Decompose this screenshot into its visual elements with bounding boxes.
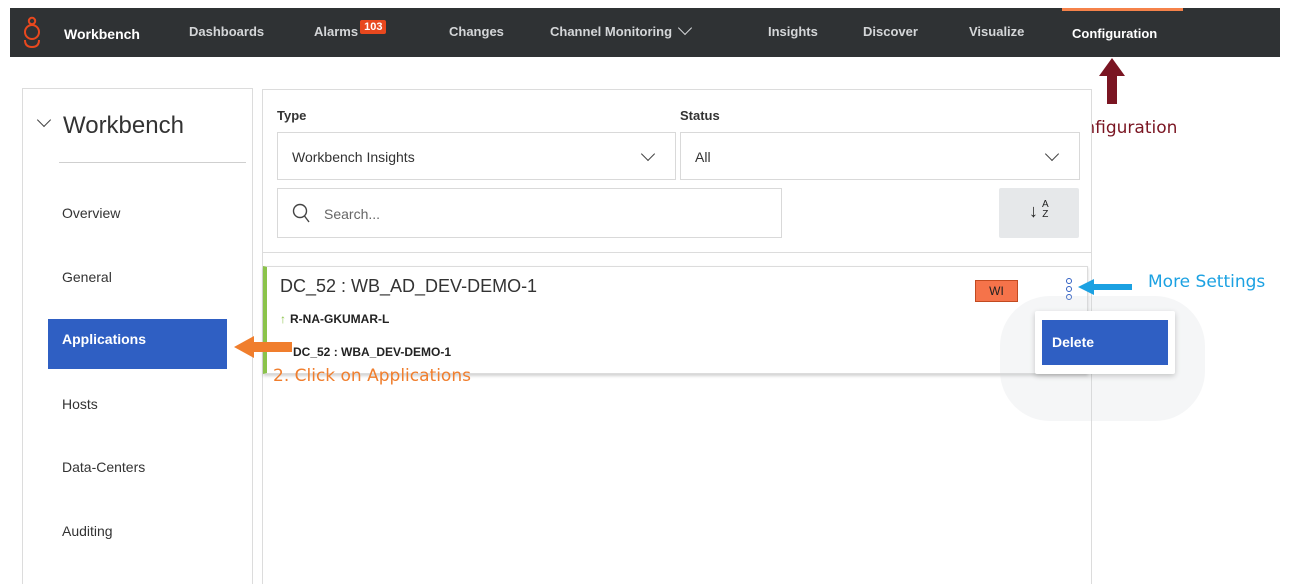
nav-changes[interactable]: Changes bbox=[449, 24, 504, 39]
annotation-click-applications: 2. Click on Applications bbox=[273, 366, 471, 386]
arrow-left-annotation-icon bbox=[234, 336, 292, 358]
divider bbox=[59, 162, 246, 163]
nav-insights[interactable]: Insights bbox=[768, 24, 818, 39]
divider bbox=[263, 252, 1091, 253]
nav-visualize-label: Visualize bbox=[969, 24, 1025, 39]
chevron-down-icon bbox=[677, 20, 693, 36]
sort-button[interactable]: ↓ AZ bbox=[999, 188, 1079, 238]
sidebar-item-overview[interactable]: Overview bbox=[62, 205, 120, 221]
nav-discover[interactable]: Discover bbox=[863, 24, 918, 39]
alarms-count-badge: 103 bbox=[360, 20, 387, 34]
arrow-left-annotation-icon bbox=[1078, 279, 1132, 295]
sidebar-item-general[interactable]: General bbox=[62, 269, 112, 285]
more-settings-menu: Delete bbox=[1035, 311, 1175, 374]
nav-insights-label: Insights bbox=[768, 24, 818, 39]
nav-dashboards-label: Dashboards bbox=[189, 24, 265, 39]
nav-discover-label: Discover bbox=[863, 24, 918, 39]
type-label: Type bbox=[277, 108, 307, 123]
sidebar-item-auditing[interactable]: Auditing bbox=[62, 523, 113, 539]
nav-alarms[interactable]: Alarms 103 bbox=[314, 20, 387, 40]
status-select-value: All bbox=[695, 149, 711, 165]
sort-az-icon: AZ bbox=[1042, 199, 1049, 220]
type-select[interactable]: Workbench Insights bbox=[277, 132, 676, 180]
type-select-value: Workbench Insights bbox=[292, 149, 415, 165]
nav-changes-label: Changes bbox=[449, 24, 504, 39]
top-nav-bar: Workbench Dashboards Alarms 103 Changes C… bbox=[10, 8, 1280, 57]
status-select[interactable]: All bbox=[680, 132, 1080, 180]
nav-channel-monitoring[interactable]: Channel Monitoring bbox=[550, 20, 693, 39]
card-host-name: R-NA-GKUMAR-L bbox=[290, 312, 390, 326]
nav-visualize[interactable]: Visualize bbox=[969, 24, 1024, 39]
sidebar-item-applications[interactable]: Applications bbox=[48, 319, 227, 369]
active-tab-indicator bbox=[1062, 8, 1183, 11]
annotation-more-settings: More Settings bbox=[1148, 272, 1266, 292]
arrow-up-annotation-icon bbox=[1099, 58, 1125, 104]
application-card[interactable]: DC_52 : WB_AD_DEV-DEMO-1 ↑ R-NA-GKUMAR-L … bbox=[263, 266, 1088, 374]
search-icon bbox=[292, 203, 310, 223]
card-app: DC_52 : WBA_DEV-DEMO-1 bbox=[293, 345, 452, 359]
status-label: Status bbox=[680, 108, 720, 123]
nav-dashboards[interactable]: Dashboards bbox=[189, 24, 264, 39]
sidebar: Workbench Overview General Applications … bbox=[22, 88, 253, 584]
sidebar-title-label: Workbench bbox=[63, 112, 184, 139]
sort-arrow: ↓ bbox=[1029, 201, 1038, 221]
sidebar-item-data-centers[interactable]: Data-Centers bbox=[62, 459, 145, 475]
wi-badge: WI bbox=[975, 280, 1018, 302]
chevron-down-icon bbox=[1044, 146, 1060, 162]
main-panel: Type Workbench Insights Status All ↓ AZ … bbox=[262, 89, 1092, 584]
chevron-down-icon bbox=[640, 146, 656, 162]
brand-name[interactable]: Workbench bbox=[64, 26, 140, 42]
chevron-down-icon bbox=[36, 112, 52, 128]
arrow-up-icon: ↑ bbox=[280, 312, 286, 326]
sidebar-title[interactable]: Workbench bbox=[36, 112, 184, 140]
nav-channel-monitoring-label: Channel Monitoring bbox=[550, 24, 673, 39]
card-title: DC_52 : WB_AD_DEV-DEMO-1 bbox=[280, 276, 538, 296]
delete-menu-item[interactable]: Delete bbox=[1042, 320, 1168, 365]
nav-configuration[interactable]: Configuration bbox=[1072, 26, 1157, 41]
nav-alarms-label: Alarms bbox=[314, 24, 359, 39]
card-host: ↑ R-NA-GKUMAR-L bbox=[280, 312, 389, 326]
search-input[interactable] bbox=[322, 201, 746, 227]
search-box bbox=[277, 188, 782, 238]
genesys-logo-icon bbox=[24, 16, 40, 49]
nav-configuration-label: Configuration bbox=[1072, 26, 1158, 41]
sidebar-item-hosts[interactable]: Hosts bbox=[62, 396, 98, 412]
